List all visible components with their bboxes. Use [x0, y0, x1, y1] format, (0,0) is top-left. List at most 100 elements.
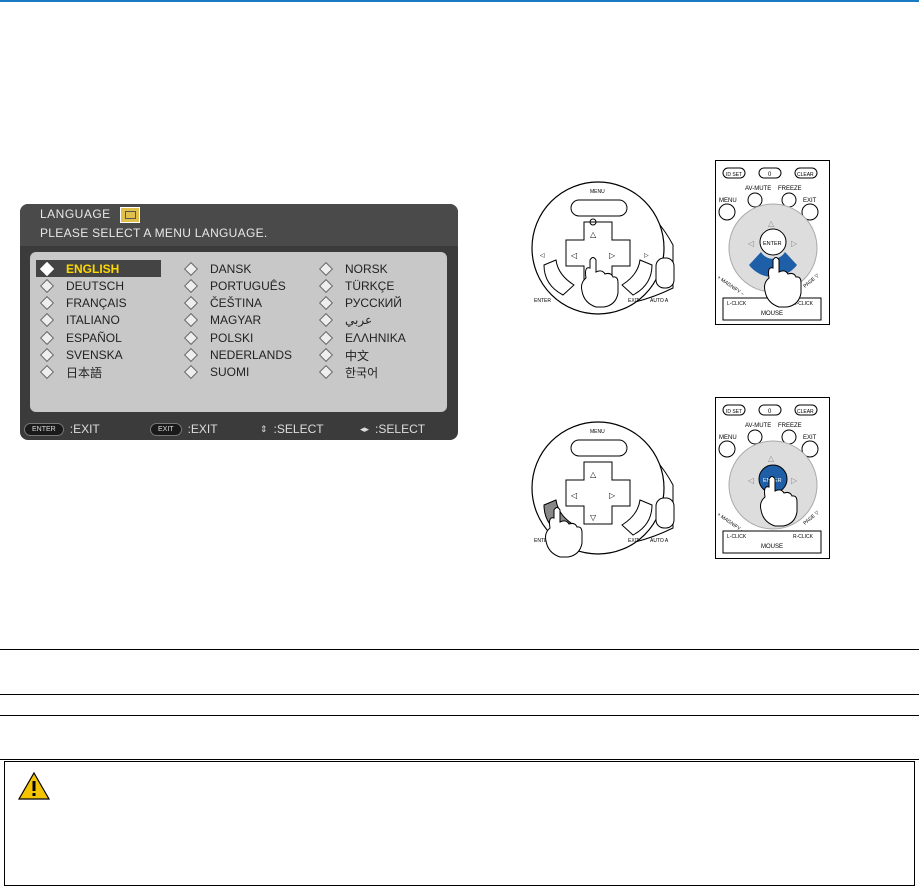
exit-label: EXIT	[803, 198, 817, 204]
language-option[interactable]: MAGYAR	[180, 312, 305, 329]
svg-text:△: △	[768, 219, 775, 228]
language-option[interactable]: PORTUGUÊS	[180, 277, 305, 294]
language-option[interactable]: ENGLISH	[36, 260, 161, 277]
radio-diamond-icon	[183, 278, 199, 293]
svg-text:◁: ◁	[747, 476, 754, 485]
language-label: MAGYAR	[210, 313, 262, 328]
language-option[interactable]: РУССКИЙ	[315, 295, 440, 312]
svg-text:▷: ▷	[609, 491, 616, 500]
av-mute-label: AV-MUTE	[745, 423, 771, 429]
language-list-panel: ENGLISH DANSK NORSK DEUTSCH PORTUGUÊS TÜRKÇE F…	[30, 252, 447, 412]
radio-diamond-icon	[39, 365, 55, 380]
l-click-label: L-CLICK	[727, 534, 747, 540]
language-option[interactable]: DANSK	[180, 260, 305, 277]
osd-title: LANGUAGE	[40, 207, 111, 221]
enter-label: ENTER	[534, 298, 551, 304]
language-label: عربي	[345, 313, 373, 328]
av-mute-label: AV-MUTE	[745, 186, 771, 192]
language-label: TÜRKÇE	[345, 278, 395, 293]
footer-label: :SELECT	[375, 422, 426, 436]
svg-text:▷: ▷	[791, 476, 798, 485]
exit-label: EXIT	[628, 298, 639, 304]
language-label: POLSKI	[210, 330, 254, 345]
freeze-label: FREEZE	[778, 186, 802, 192]
menu-label: MENU	[719, 198, 737, 204]
language-option[interactable]: POLSKI	[180, 329, 305, 346]
table-rule	[0, 759, 919, 760]
language-label: ESPAÑOL	[66, 330, 122, 345]
svg-text:△: △	[590, 230, 597, 239]
top-accent-line	[0, 0, 919, 2]
language-option[interactable]: FRANÇAIS	[36, 295, 161, 312]
language-option[interactable]: DEUTSCH	[36, 277, 161, 294]
radio-diamond-icon	[318, 347, 334, 363]
radio-diamond-icon	[318, 330, 334, 345]
table-rule	[0, 649, 919, 650]
radio-diamond-icon	[183, 313, 199, 328]
svg-text:◁: ◁	[570, 251, 577, 260]
language-label: PORTUGUÊS	[210, 278, 286, 293]
language-label: 中文	[345, 348, 370, 363]
language-option[interactable]: ESPAÑOL	[36, 329, 161, 346]
language-option[interactable]: عربي	[315, 312, 440, 329]
radio-diamond-icon	[39, 296, 55, 311]
svg-text:△: △	[590, 470, 597, 479]
language-label: РУССКИЙ	[345, 296, 402, 311]
language-label: DEUTSCH	[66, 278, 125, 293]
footer-updown-select: ⇕ :SELECT	[260, 422, 324, 436]
menu-key	[570, 199, 628, 217]
osd-header: LANGUAGE PLEASE SELECT A MENU LANGUAGE.	[20, 204, 458, 246]
projector-control-panel-illustration-2: MENU △ ▽ ◁ ▷ ENTER EXIT AUTO A	[531, 421, 675, 558]
footer-label: :EXIT	[187, 422, 218, 436]
language-option[interactable]: TÜRKÇE	[315, 277, 440, 294]
id-set-label: ID SET	[726, 172, 742, 178]
exit-label: EXIT	[803, 435, 817, 441]
radio-diamond-icon	[183, 261, 199, 276]
footer-label: :EXIT	[69, 422, 100, 436]
language-label: NEDERLANDS	[210, 348, 293, 362]
language-option[interactable]: 한국어	[315, 364, 440, 381]
language-option[interactable]: SUOMI	[180, 364, 305, 381]
osd-prompt: PLEASE SELECT A MENU LANGUAGE.	[40, 226, 268, 240]
radio-diamond-icon	[39, 330, 55, 345]
svg-text:◁: ◁	[570, 491, 577, 500]
up-down-arrow-icon: ⇕	[260, 423, 268, 434]
warning-triangle-icon	[17, 771, 51, 800]
language-label: 日本語	[66, 365, 103, 380]
radio-diamond-icon	[183, 347, 199, 363]
language-option[interactable]: NORSK	[315, 260, 440, 277]
radio-diamond-icon	[318, 313, 334, 328]
radio-diamond-icon	[183, 365, 199, 380]
table-rule	[0, 715, 919, 716]
language-label: DANSK	[210, 261, 252, 276]
svg-text:◁: ◁	[540, 252, 545, 259]
footer-enter-exit: ENTER :EXIT	[24, 422, 100, 436]
projector-control-panel-illustration-1: MENU △ ▽ ◁ ▷ ◁ ▷ ENTER EXIT AUTO A	[531, 181, 675, 315]
language-option[interactable]: ITALIANO	[36, 312, 161, 329]
language-label: SVENSKA	[66, 348, 123, 362]
radio-diamond-icon	[318, 365, 334, 380]
radio-diamond-icon	[318, 278, 334, 293]
footer-label: :SELECT	[273, 422, 324, 436]
language-label: ČEŠTINA	[210, 296, 263, 311]
language-option[interactable]: ΕΛΛΗΝΙΚΑ	[315, 329, 440, 346]
language-option[interactable]: ČEŠTINA	[180, 295, 305, 312]
language-option[interactable]: 中文	[315, 347, 440, 364]
language-option[interactable]: NEDERLANDS	[180, 347, 305, 364]
mouse-label: MOUSE	[761, 544, 783, 550]
footer-leftright-select: ◂▸ :SELECT	[360, 422, 425, 436]
language-option[interactable]: 日本語	[36, 364, 161, 381]
remote-control-illustration-1: ID SET 0 CLEAR AV-MUTE FREEZE MENU EXIT …	[715, 160, 830, 325]
remote-control-illustration-2: ID SET 0 CLEAR AV-MUTE FREEZE MENU EXIT …	[715, 397, 830, 559]
language-label: ΕΛΛΗΝΙΚΑ	[345, 330, 406, 345]
freeze-label: FREEZE	[778, 423, 802, 429]
language-label: FRANÇAIS	[66, 296, 127, 311]
svg-text:▽: ▽	[590, 513, 597, 522]
osd-footer: ENTER :EXIT EXIT :EXIT ⇕ :SELECT ◂▸ :SEL…	[20, 418, 458, 440]
radio-diamond-icon	[39, 261, 55, 276]
clear-label: CLEAR	[797, 172, 814, 178]
language-label: ENGLISH	[66, 261, 120, 276]
language-label: SUOMI	[210, 365, 250, 380]
enter-label: ENTER	[763, 241, 782, 247]
language-option[interactable]: SVENSKA	[36, 347, 161, 364]
